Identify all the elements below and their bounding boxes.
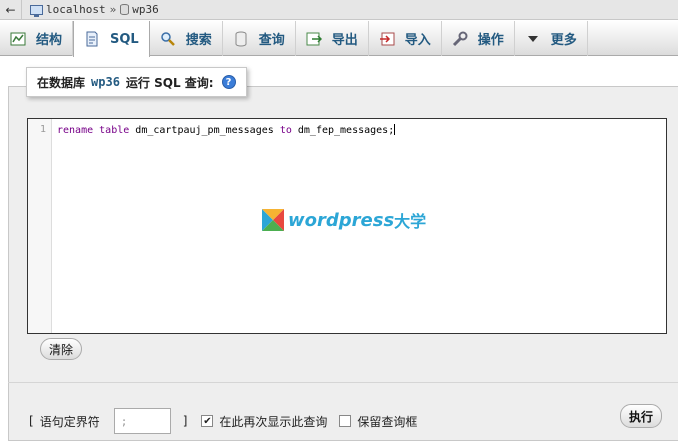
breadcrumb-bar: ← localhost » wp36 xyxy=(0,0,678,20)
sql-keyword: rename xyxy=(57,125,94,136)
tab-more-label: 更多 xyxy=(550,33,577,48)
bracket-open: [ xyxy=(29,414,34,428)
line-number: 1 xyxy=(39,124,46,135)
server-icon xyxy=(30,4,43,17)
legend-suffix: 运行 SQL 查询: xyxy=(125,75,214,90)
sql-query-legend: 在数据库 wp36 运行 SQL 查询: ? xyxy=(26,67,247,97)
tab-operations-label: 操作 xyxy=(477,33,504,48)
query-icon xyxy=(233,31,249,47)
bracket-close: ] xyxy=(182,414,188,428)
tab-structure-label: 结构 xyxy=(36,33,63,48)
breadcrumb: localhost » wp36 xyxy=(30,3,159,17)
tab-operations[interactable]: 操作 xyxy=(442,21,515,56)
tab-search[interactable]: 搜索 xyxy=(150,21,223,56)
retain-box-checkbox[interactable] xyxy=(339,415,352,427)
sql-keyword: to xyxy=(279,125,292,136)
sql-keyword: table xyxy=(99,125,130,136)
watermark-text: wordpress xyxy=(288,209,395,231)
search-icon xyxy=(160,31,176,47)
query-options: [ 语句定界符 ; ] ✔ 在此再次显示此查询 保留查询框 xyxy=(29,408,417,434)
legend-database: wp36 xyxy=(91,75,120,89)
text-caret xyxy=(394,124,396,135)
tab-import-label: 导入 xyxy=(404,33,431,48)
watermark: wordpress 大学 xyxy=(262,208,426,232)
show-again-label: 在此再次显示此查询 xyxy=(219,414,328,429)
tab-export-label: 导出 xyxy=(331,33,358,48)
database-icon xyxy=(120,4,130,15)
delimiter-input[interactable]: ; xyxy=(113,408,171,434)
tab-sql-label: SQL xyxy=(110,31,139,47)
show-again-checkbox[interactable]: ✔ xyxy=(201,415,214,427)
help-icon[interactable]: ? xyxy=(221,75,236,89)
wrench-icon xyxy=(452,31,468,47)
back-arrow-glyph: ← xyxy=(5,2,16,17)
retain-box-label: 保留查询框 xyxy=(357,414,418,429)
breadcrumb-separator: » xyxy=(109,3,117,16)
sql-identifier: dm_cartpauj_pm_messages xyxy=(135,125,274,136)
tab-structure[interactable]: 结构 xyxy=(0,21,74,56)
tab-query-label: 查询 xyxy=(258,33,285,48)
sql-code-line: rename table dm_cartpauj_pm_messages to … xyxy=(57,124,396,136)
breadcrumb-database[interactable]: wp36 xyxy=(132,3,159,16)
export-icon xyxy=(306,31,322,47)
sql-identifier: dm_fep_messages; xyxy=(297,125,395,136)
divider xyxy=(8,382,678,383)
clear-button[interactable]: 清除 xyxy=(40,338,82,360)
tab-query[interactable]: 查询 xyxy=(223,21,296,56)
tab-sql[interactable]: SQL xyxy=(73,21,150,57)
caret-down-icon xyxy=(525,31,541,47)
import-icon xyxy=(379,31,395,47)
tab-export[interactable]: 导出 xyxy=(296,21,369,56)
breadcrumb-server[interactable]: localhost xyxy=(46,3,106,16)
delimiter-label: 语句定界符 xyxy=(39,414,100,429)
tab-import[interactable]: 导入 xyxy=(369,21,442,56)
watermark-cn: 大学 xyxy=(394,212,427,231)
tab-search-label: 搜索 xyxy=(185,33,212,48)
watermark-logo-icon xyxy=(262,209,284,231)
go-button[interactable]: 执行 xyxy=(620,404,662,428)
structure-icon xyxy=(10,31,26,47)
tab-more[interactable]: 更多 xyxy=(515,21,588,56)
line-number-gutter: 1 xyxy=(28,119,52,333)
legend-prefix: 在数据库 xyxy=(37,75,86,90)
tab-bar: 结构 SQL 搜索 查询 导出 导入 操作 更多 xyxy=(0,21,678,57)
delimiter-value: ; xyxy=(120,414,128,428)
back-arrow-icon[interactable]: ← xyxy=(0,0,22,20)
sql-icon xyxy=(84,31,100,47)
